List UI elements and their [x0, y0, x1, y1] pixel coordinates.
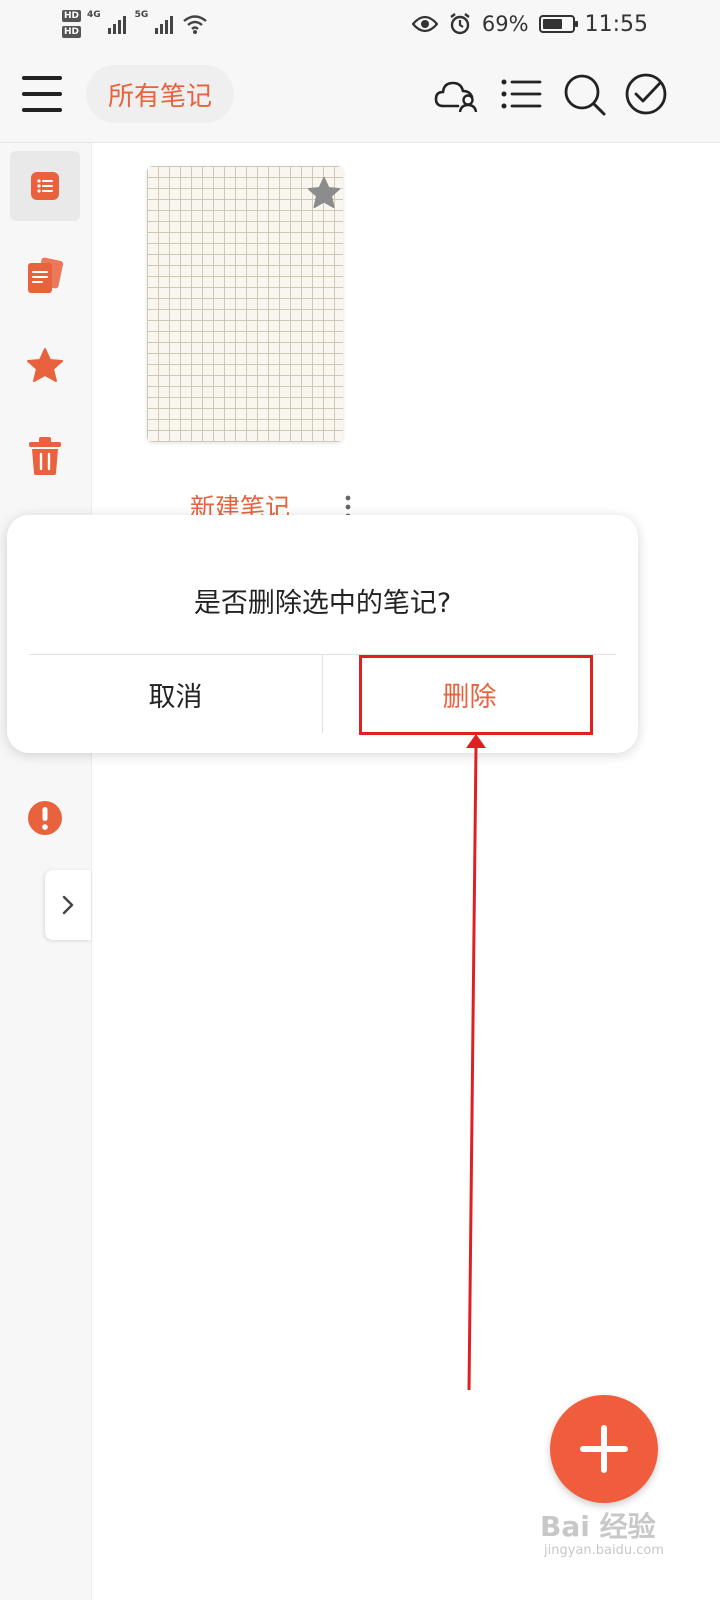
note-card[interactable]: [147, 166, 343, 442]
menu-icon-line: [22, 76, 62, 80]
battery-fill: [542, 19, 562, 29]
network-4g-label: 4G: [87, 10, 101, 20]
plus-icon: [580, 1425, 628, 1473]
clock: 11:55: [584, 11, 648, 37]
top-app-bar: 所有笔记: [0, 48, 720, 143]
search-icon[interactable]: [560, 70, 608, 118]
hd-indicators: HD HD: [62, 10, 82, 38]
list-icon[interactable]: [496, 70, 544, 118]
trash-icon: [29, 437, 61, 475]
hd-badge-1: HD: [62, 10, 82, 22]
hd-badge-2: HD: [62, 26, 82, 38]
watermark-text: Bai 经验: [540, 1510, 656, 1543]
menu-icon-line: [22, 92, 62, 96]
sidebar-item-all-notes[interactable]: [10, 151, 80, 221]
battery-icon: [538, 15, 578, 33]
cancel-button[interactable]: 取消: [29, 655, 322, 733]
chevron-right-icon: [62, 895, 74, 915]
sidebar-item-notebooks[interactable]: [10, 241, 80, 311]
signal-icon: [155, 16, 174, 34]
watermark: Bai 经验 jingyan.baidu.com: [540, 1505, 664, 1558]
watermark-subtext: jingyan.baidu.com: [544, 1543, 664, 1558]
menu-button[interactable]: [22, 76, 62, 112]
check-circle-icon[interactable]: [622, 70, 670, 118]
network-5g-label: 5G: [134, 10, 149, 20]
sidebar-item-favorites[interactable]: [10, 331, 80, 401]
sidebar-item-feedback[interactable]: [10, 783, 80, 853]
sidebar-item-trash[interactable]: [10, 421, 80, 491]
annotation-arrow: [466, 734, 486, 1391]
status-bar-left: HD HD 4G 5G: [62, 6, 208, 42]
battery-percent: 69%: [481, 12, 529, 36]
notes-list-icon: [31, 172, 59, 200]
status-bar-right: 69% 11:55: [411, 8, 648, 40]
folder-selector[interactable]: 所有笔记: [86, 65, 235, 123]
alarm-icon: [450, 13, 470, 35]
wifi-icon: [183, 15, 208, 34]
annotation-highlight-box: [359, 655, 593, 735]
notebooks-icon: [28, 257, 64, 293]
cloud-user-icon[interactable]: [432, 70, 480, 118]
sidebar-expand-tab[interactable]: [45, 870, 91, 940]
signal-icon: [107, 16, 126, 34]
menu-icon-line: [22, 108, 62, 112]
sidebar: [0, 143, 92, 1600]
star-icon[interactable]: [307, 176, 341, 210]
status-bar: HD HD 4G 5G 69% 11:55: [0, 0, 720, 48]
star-icon: [27, 348, 63, 382]
add-note-button[interactable]: [550, 1395, 658, 1503]
dialog-message: 是否删除选中的笔记?: [193, 588, 452, 619]
eye-icon: [411, 15, 438, 33]
alert-icon: [28, 801, 62, 835]
